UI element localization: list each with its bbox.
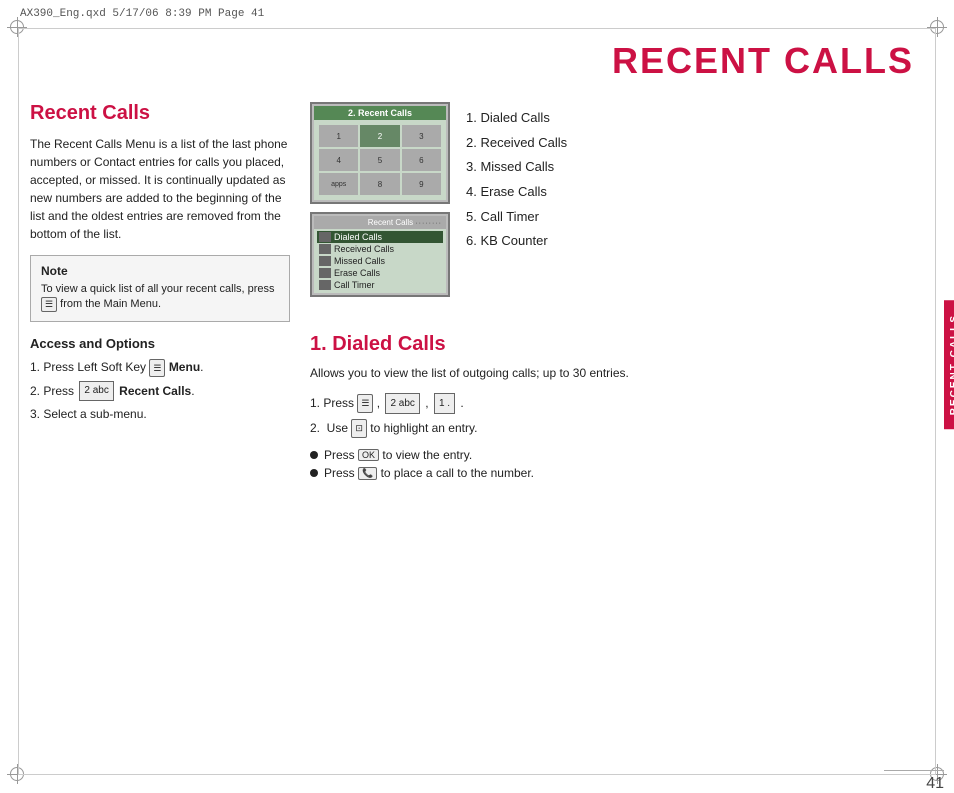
right-top-area: 2. Recent Calls 1 2 3 4 5 6 apps 8 bbox=[310, 102, 924, 319]
note-box: Note To view a quick list of all your re… bbox=[30, 255, 290, 322]
menu-text-list: 1. Dialed Calls 2. Received Calls 3. Mis… bbox=[466, 102, 924, 319]
menu-erase: Erase Calls bbox=[317, 267, 443, 279]
left-column: Recent Calls The Recent Calls Menu is a … bbox=[30, 102, 290, 484]
menu-missed: Missed Calls bbox=[317, 255, 443, 267]
nav-icon: ⊡ bbox=[351, 419, 367, 438]
bullet-view: Press OK to view the entry. bbox=[310, 448, 924, 462]
access-steps-list: 1. Press Left Soft Key ☰ Menu. 2. Press … bbox=[30, 357, 290, 426]
call-icon: 📞 bbox=[358, 467, 377, 480]
bullet-call: Press 📞 to place a call to the number. bbox=[310, 466, 924, 480]
menu-icon-3 bbox=[319, 256, 331, 266]
menu-dialed: Dialed Calls bbox=[317, 231, 443, 243]
access-step-3: 3. Select a sub-menu. bbox=[30, 404, 290, 426]
press-key-1: 1 . bbox=[434, 393, 455, 414]
press-icon-menu: ☰ bbox=[357, 394, 373, 413]
bullet-dot-2 bbox=[310, 469, 318, 477]
dialed-calls-body: Allows you to view the list of outgoing … bbox=[310, 364, 924, 382]
page-title: RECENT CALLS bbox=[30, 40, 924, 82]
page-number: 41 bbox=[926, 775, 944, 793]
screen1-outer: 2. Recent Calls 1 2 3 4 5 6 apps 8 bbox=[310, 102, 450, 204]
header-file-info: AX390_Eng.qxd 5/17/06 8:39 PM Page 41 bbox=[20, 8, 264, 20]
menu-icon-1 bbox=[319, 232, 331, 242]
screen1-grid: 1 2 3 4 5 6 apps 8 9 bbox=[317, 123, 443, 197]
grid-cell-1: 1 bbox=[319, 125, 358, 147]
dialed-calls-title: 1. Dialed Calls bbox=[310, 333, 924, 356]
soft-key-icon: ☰ bbox=[149, 359, 165, 377]
bullet-dot-1 bbox=[310, 451, 318, 459]
bottom-rule bbox=[884, 770, 944, 771]
press-key-2abc: 2 abc bbox=[385, 393, 419, 414]
menu-item-5: 5. Call Timer bbox=[466, 205, 924, 230]
dialed-step-1: 1. Press ☰ , 2 abc , 1 . . bbox=[310, 392, 924, 415]
access-step-2: 2. Press 2 abc Recent Calls. bbox=[30, 381, 290, 403]
menu-received: Received Calls bbox=[317, 243, 443, 255]
note-text: To view a quick list of all your recent … bbox=[41, 282, 279, 313]
bullet-items: Press OK to view the entry. Press 📞 to p… bbox=[310, 448, 924, 480]
dialed-steps-list: 1. Press ☰ , 2 abc , 1 . . 2. Use ⊡ to h… bbox=[310, 392, 924, 440]
menu-item-3: 3. Missed Calls bbox=[466, 155, 924, 180]
right-column: 2. Recent Calls 1 2 3 4 5 6 apps 8 bbox=[310, 102, 924, 484]
menu-item-4: 4. Erase Calls bbox=[466, 180, 924, 205]
phone-screenshots: 2. Recent Calls 1 2 3 4 5 6 apps 8 bbox=[310, 102, 450, 305]
menu-item-2: 2. Received Calls bbox=[466, 131, 924, 156]
ok-icon: OK bbox=[358, 449, 379, 461]
grid-cell-3: 3 bbox=[402, 125, 441, 147]
menu-key-icon: ☰ bbox=[41, 297, 57, 312]
access-options-title: Access and Options bbox=[30, 336, 290, 351]
grid-cell-4: 4 bbox=[319, 149, 358, 171]
recent-calls-body: The Recent Calls Menu is a list of the l… bbox=[30, 135, 290, 243]
recent-calls-title: Recent Calls bbox=[30, 102, 290, 125]
signal-dots: ········ bbox=[415, 220, 442, 227]
grid-cell-2: 2 bbox=[360, 125, 399, 147]
note-label: Note bbox=[41, 264, 279, 278]
menu-timer: Call Timer bbox=[317, 279, 443, 291]
menu-item-1: 1. Dialed Calls bbox=[466, 106, 924, 131]
access-step-1: 1. Press Left Soft Key ☰ Menu. bbox=[30, 357, 290, 379]
screen2-header: Recent Calls ········ bbox=[314, 216, 446, 229]
menu-icon-5 bbox=[319, 280, 331, 290]
menu-item-6: 6. KB Counter bbox=[466, 229, 924, 254]
grid-cell-5: 5 bbox=[360, 149, 399, 171]
key-2abc: 2 abc bbox=[79, 381, 113, 401]
grid-cell-9: 9 bbox=[402, 173, 441, 195]
screen1-header: 2. Recent Calls bbox=[314, 106, 446, 120]
call-options-list: 1. Dialed Calls 2. Received Calls 3. Mis… bbox=[466, 106, 924, 254]
dialed-step-2: 2. Use ⊡ to highlight an entry. bbox=[310, 417, 924, 440]
screen2-outer: Recent Calls ········ Dialed Calls Recei… bbox=[310, 212, 450, 297]
two-column-layout: Recent Calls The Recent Calls Menu is a … bbox=[30, 102, 924, 484]
grid-cell-6: 6 bbox=[402, 149, 441, 171]
menu-icon-4 bbox=[319, 268, 331, 278]
grid-cell-8: 8 bbox=[360, 173, 399, 195]
side-tab: RECENT CALLS bbox=[944, 300, 954, 429]
menu-icon-2 bbox=[319, 244, 331, 254]
grid-cell-7: apps bbox=[319, 173, 358, 195]
main-content: RECENT CALLS Recent Calls The Recent Cal… bbox=[30, 40, 924, 763]
